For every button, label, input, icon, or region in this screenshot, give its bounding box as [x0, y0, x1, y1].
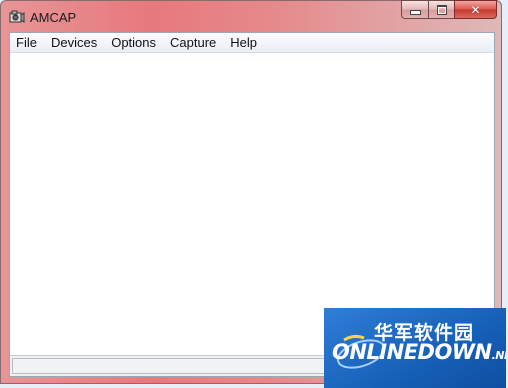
maximize-button[interactable]	[428, 0, 454, 19]
close-icon: ✕	[470, 2, 481, 17]
menu-bar: File Devices Options Capture Help	[10, 33, 494, 53]
minimize-icon	[409, 10, 421, 15]
menu-devices[interactable]: Devices	[44, 33, 104, 52]
menu-help[interactable]: Help	[223, 33, 264, 52]
window-title: AMCAP	[30, 10, 77, 25]
watermark-english-text: ONLINEDOWN.NET	[332, 340, 506, 364]
close-button[interactable]: ✕	[454, 0, 497, 19]
minimize-button[interactable]	[401, 0, 428, 19]
watermark-suffix: .NET	[491, 349, 506, 362]
maximize-icon	[436, 4, 447, 15]
camera-app-icon[interactable]	[9, 9, 25, 25]
menu-file[interactable]: File	[10, 33, 44, 52]
watermark-brand: ONLINEDOWN	[332, 340, 492, 364]
menu-options[interactable]: Options	[104, 33, 163, 52]
menu-capture[interactable]: Capture	[163, 33, 223, 52]
caption-buttons: ✕	[401, 0, 497, 19]
watermark-logo: 华军软件园 ONLINEDOWN.NET	[324, 308, 506, 388]
title-bar[interactable]: AMCAP ✕	[1, 0, 501, 31]
